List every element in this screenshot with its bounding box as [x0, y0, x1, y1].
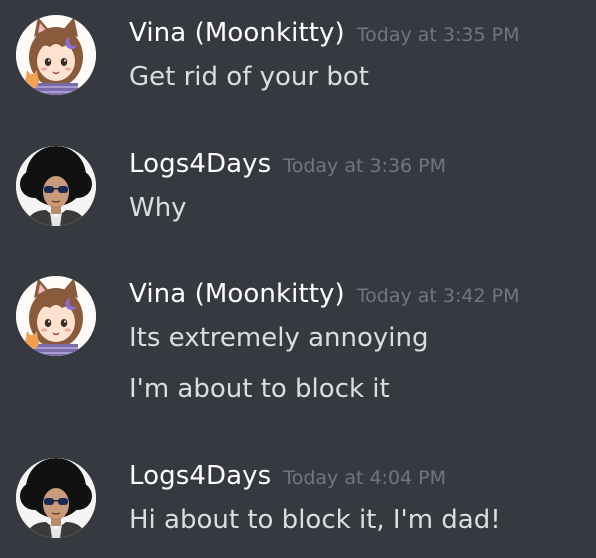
cat-girl-avatar-icon[interactable] — [16, 276, 96, 356]
username[interactable]: Vina (Moonkitty) — [129, 279, 345, 309]
timestamp: Today at 3:42 PM — [356, 285, 520, 307]
timestamp: Today at 4:04 PM — [283, 467, 447, 489]
message-text: Its extremely annoying — [129, 323, 429, 353]
message-header: Vina (Moonkitty) Today at 3:35 PM — [129, 18, 519, 48]
message-text: Why — [129, 193, 187, 223]
timestamp: Today at 3:35 PM — [356, 24, 520, 46]
username[interactable]: Logs4Days — [129, 461, 271, 491]
message-header: Logs4Days Today at 3:36 PM — [129, 149, 446, 179]
message-header: Logs4Days Today at 4:04 PM — [129, 461, 446, 491]
username[interactable]: Logs4Days — [129, 149, 271, 179]
afro-man-avatar-icon[interactable] — [16, 458, 96, 538]
afro-man-avatar-icon[interactable] — [16, 146, 96, 226]
message-text: I'm about to block it — [129, 374, 390, 404]
cat-girl-avatar-icon[interactable] — [16, 15, 96, 95]
username[interactable]: Vina (Moonkitty) — [129, 18, 345, 48]
message-text: Get rid of your bot — [129, 62, 369, 92]
timestamp: Today at 3:36 PM — [283, 155, 447, 177]
chat-message-list: Vina (Moonkitty) Today at 3:35 PM Get rid… — [0, 0, 596, 558]
message-text: Hi about to block it, I'm dad! — [129, 505, 501, 535]
message-header: Vina (Moonkitty) Today at 3:42 PM — [129, 279, 519, 309]
